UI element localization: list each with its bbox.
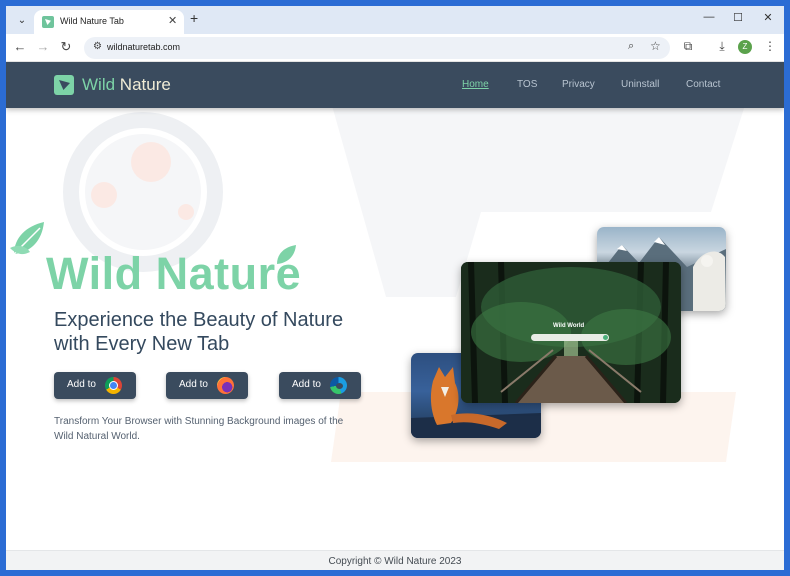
close-window-button[interactable]: ✕ xyxy=(760,11,776,24)
favicon-icon xyxy=(42,16,54,28)
hero-title: Wild Nature xyxy=(46,248,302,299)
url-text[interactable]: wildnaturetab.com xyxy=(107,42,180,52)
add-to-label: Add to xyxy=(67,379,96,390)
nav-uninstall[interactable]: Uninstall xyxy=(621,79,659,90)
tab-search-button[interactable]: ⌄ xyxy=(12,11,32,29)
add-to-firefox-button[interactable]: Add to xyxy=(166,372,248,399)
new-tab-button[interactable]: + xyxy=(190,10,198,26)
logo-word-wild: Wild xyxy=(82,75,116,94)
browser-tab[interactable]: Wild Nature Tab ✕ xyxy=(34,10,184,34)
downloads-icon[interactable]: ⤓ xyxy=(714,39,730,54)
profile-avatar[interactable]: Z xyxy=(738,40,752,54)
tab-close-icon[interactable]: ✕ xyxy=(168,14,177,27)
add-to-edge-button[interactable]: Add to xyxy=(279,372,361,399)
back-button[interactable]: ← xyxy=(12,39,28,55)
site-info-icon[interactable]: ⚙ xyxy=(93,41,102,52)
page-viewport: Wild Nature Home TOS Privacy Uninstall C… xyxy=(6,62,784,570)
firefox-logo-icon xyxy=(217,377,234,394)
preview-title: Wild World xyxy=(553,323,585,329)
tab-title: Wild Nature Tab xyxy=(60,16,124,26)
browser-window: ⌄ Wild Nature Tab ✕ + — ☐ ✕ ← → ↻ ⚙ wild… xyxy=(6,6,784,570)
copyright-text: Copyright © Wild Nature 2023 xyxy=(328,556,462,567)
site-logo[interactable]: Wild Nature xyxy=(82,75,171,95)
edge-logo-icon xyxy=(330,377,347,394)
nav-tos[interactable]: TOS xyxy=(517,79,537,90)
tab-strip: ⌄ Wild Nature Tab ✕ + — ☐ ✕ xyxy=(6,6,784,34)
hero-subtitle: Experience the Beauty of Nature with Eve… xyxy=(54,309,344,355)
browser-toolbar: ← → ↻ ⚙ wildnaturetab.com ⌕ ☆ ⧉ ⤓ Z ⋮ xyxy=(6,34,784,62)
logo-icon[interactable] xyxy=(54,75,74,95)
add-to-label: Add to xyxy=(292,379,321,390)
nav-privacy[interactable]: Privacy xyxy=(562,79,595,90)
nav-contact[interactable]: Contact xyxy=(686,79,720,90)
chrome-logo-icon xyxy=(105,377,122,394)
forward-button[interactable]: → xyxy=(35,39,51,55)
preview-forest-image: Wild World xyxy=(461,262,681,403)
menu-kebab-icon[interactable]: ⋮ xyxy=(762,39,778,53)
logo-word-nature: Nature xyxy=(119,75,171,94)
add-to-chrome-button[interactable]: Add to xyxy=(54,372,136,399)
site-footer: Copyright © Wild Nature 2023 xyxy=(6,550,784,570)
reload-button[interactable]: ↻ xyxy=(58,39,74,55)
add-to-label: Add to xyxy=(179,379,208,390)
minimize-button[interactable]: — xyxy=(701,11,717,23)
maximize-button[interactable]: ☐ xyxy=(730,11,746,24)
preview-search-bar xyxy=(531,334,609,341)
hero-description: Transform Your Browser with Stunning Bac… xyxy=(54,416,344,442)
address-bar[interactable]: ⚙ wildnaturetab.com ⌕ ☆ xyxy=(84,37,670,59)
site-header: Wild Nature Home TOS Privacy Uninstall C… xyxy=(6,62,784,108)
extensions-icon[interactable]: ⧉ xyxy=(680,39,696,54)
zoom-icon[interactable]: ⌕ xyxy=(628,40,634,53)
bookmark-star-icon[interactable]: ☆ xyxy=(650,39,661,53)
forest-bridge-scene xyxy=(461,262,681,403)
nav-home[interactable]: Home xyxy=(462,79,489,90)
